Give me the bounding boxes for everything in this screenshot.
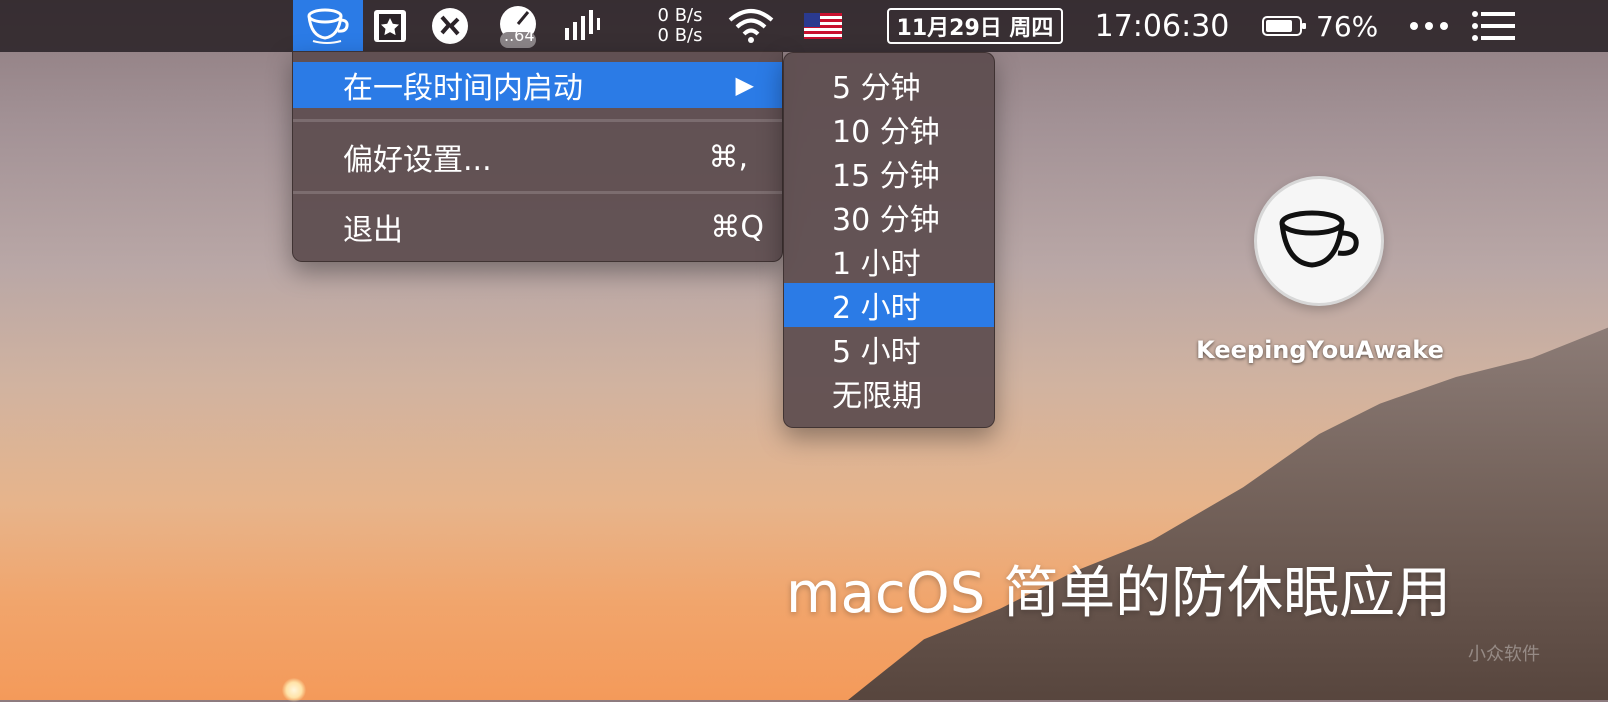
cup-icon bbox=[307, 8, 349, 44]
menu-separator bbox=[293, 191, 782, 194]
menu-item-label: 退出 bbox=[343, 213, 403, 248]
input-source-menubar-item[interactable] bbox=[800, 0, 846, 52]
submenu-item-label: 30 分钟 bbox=[832, 203, 940, 238]
submenu-item-15-minutes[interactable]: 15 分钟 bbox=[784, 151, 994, 195]
menu-bar: ..64 0 B/s 0 B/s 11月29日 周四 17:06:30 76% bbox=[0, 0, 1608, 52]
us-flag-icon bbox=[804, 13, 842, 39]
more-dots-icon bbox=[1410, 22, 1448, 30]
speed-badge: ..64 bbox=[504, 26, 535, 45]
tagline-text: macOS 简单的防休眠应用 bbox=[786, 561, 1452, 626]
background-sun bbox=[282, 678, 306, 702]
menu-item-label: 在一段时间内启动 bbox=[343, 71, 583, 106]
submenu-item-30-minutes[interactable]: 30 分钟 bbox=[784, 195, 994, 239]
menu-separator bbox=[293, 119, 782, 122]
menu-item-shortcut: ⌘, bbox=[708, 139, 748, 175]
more-menubar-item[interactable] bbox=[1404, 0, 1454, 52]
notification-center-menubar-item[interactable] bbox=[1468, 0, 1518, 52]
battery-icon bbox=[1262, 16, 1306, 36]
keepingyouawake-menubar-item[interactable] bbox=[293, 0, 363, 52]
app-name-label: KeepingYouAwake bbox=[1196, 336, 1444, 364]
submenu-item-label: 无限期 bbox=[832, 379, 922, 414]
date-display: 11月29日 周四 bbox=[886, 8, 1064, 44]
menu-item-activate-for-duration[interactable]: 在一段时间内启动 ▶ bbox=[293, 62, 782, 108]
speed-menubar-item[interactable]: ..64 bbox=[492, 0, 544, 52]
battery-menubar-item[interactable]: 76% bbox=[1262, 0, 1394, 52]
submenu-arrow-icon: ▶ bbox=[735, 71, 754, 99]
submenu-item-label: 5 分钟 bbox=[832, 71, 921, 106]
wifi-icon bbox=[728, 9, 774, 43]
remote-desktop-menubar-item[interactable] bbox=[428, 0, 472, 52]
watermark-text: 小众软件 bbox=[1468, 644, 1540, 665]
submenu-item-1-hour[interactable]: 1 小时 bbox=[784, 239, 994, 283]
menu-item-shortcut: ⌘Q bbox=[710, 209, 764, 245]
submenu-item-label: 1 小时 bbox=[832, 247, 921, 282]
submenu-item-10-minutes[interactable]: 10 分钟 bbox=[784, 107, 994, 151]
date-menubar-item[interactable]: 11月29日 周四 bbox=[874, 0, 1076, 52]
network-up: 0 B/s bbox=[657, 5, 703, 26]
network-speed[interactable]: 0 B/s 0 B/s bbox=[650, 0, 710, 52]
submenu-item-label: 5 小时 bbox=[832, 335, 921, 370]
wifi-menubar-item[interactable] bbox=[722, 0, 780, 52]
clock-time: 17:06:30 bbox=[1094, 8, 1230, 44]
submenu-item-5-hours[interactable]: 5 小时 bbox=[784, 327, 994, 371]
network-down: 0 B/s bbox=[657, 25, 703, 46]
clock-menubar-item[interactable]: 17:06:30 bbox=[1088, 0, 1236, 52]
keepingyouawake-app-icon[interactable] bbox=[1254, 176, 1384, 306]
signal-bars-icon bbox=[565, 10, 600, 40]
submenu-item-label: 15 分钟 bbox=[832, 159, 940, 194]
list-icon bbox=[1472, 11, 1515, 41]
submenu-item-5-minutes[interactable]: 5 分钟 bbox=[784, 63, 994, 107]
menu-item-label: 偏好设置... bbox=[343, 143, 492, 178]
cup-icon bbox=[1279, 210, 1359, 268]
menu-item-quit[interactable]: 退出 ⌘Q bbox=[293, 204, 782, 250]
submenu-item-label: 10 分钟 bbox=[832, 115, 940, 150]
app-dropdown-menu: 在一段时间内启动 ▶ 偏好设置... ⌘, 退出 ⌘Q bbox=[292, 51, 783, 262]
bookmark-star-icon bbox=[374, 10, 406, 42]
duration-submenu: 5 分钟 10 分钟 15 分钟 30 分钟 1 小时 2 小时 5 小时 无限… bbox=[783, 52, 995, 428]
signal-menubar-item[interactable] bbox=[560, 0, 604, 52]
bookmark-menubar-item[interactable] bbox=[370, 0, 410, 52]
submenu-item-2-hours[interactable]: 2 小时 bbox=[784, 283, 994, 327]
battery-percent: 76% bbox=[1316, 9, 1379, 43]
submenu-item-indefinitely[interactable]: 无限期 bbox=[784, 371, 994, 415]
remote-desktop-icon bbox=[432, 8, 468, 44]
menu-item-preferences[interactable]: 偏好设置... ⌘, bbox=[293, 134, 782, 180]
submenu-item-label: 2 小时 bbox=[832, 291, 921, 326]
